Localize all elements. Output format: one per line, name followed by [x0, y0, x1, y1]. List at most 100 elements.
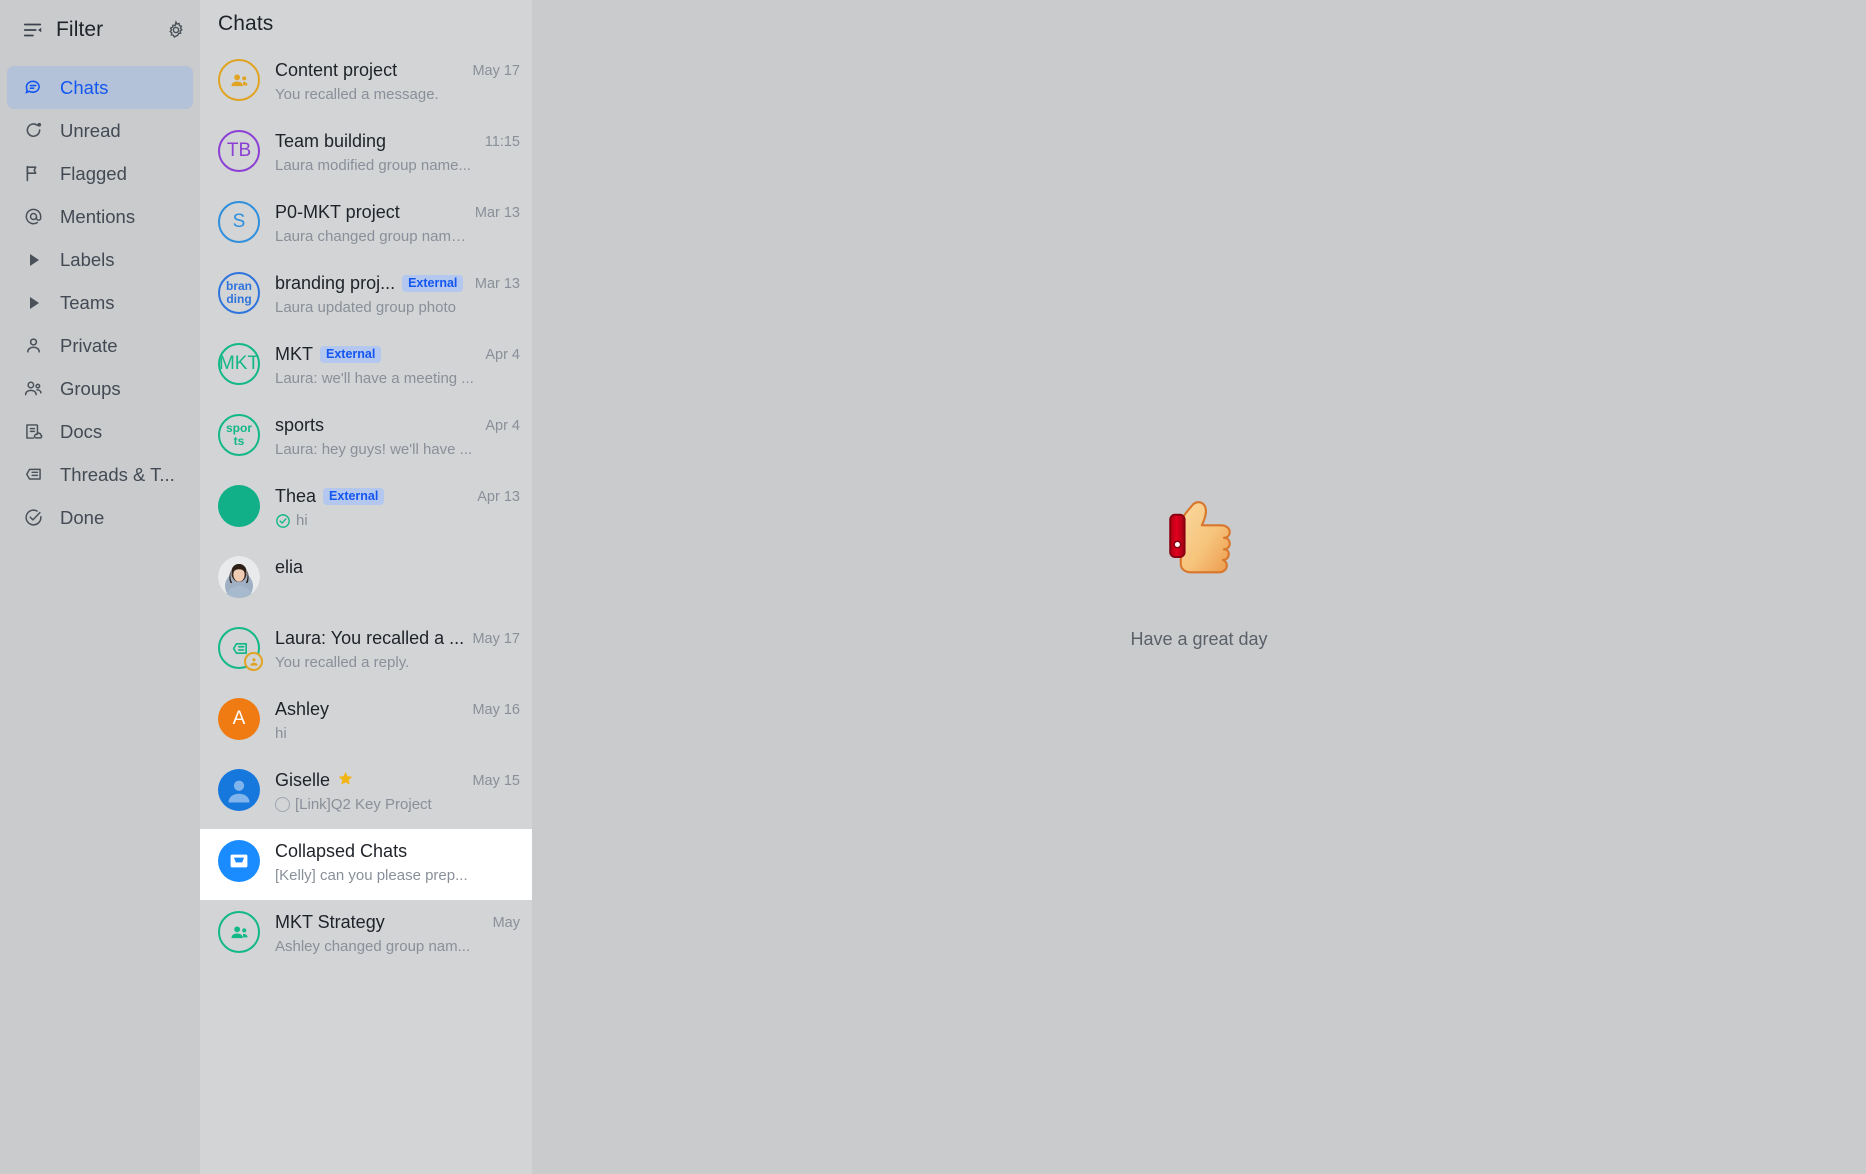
avatar-image: spor ts [218, 414, 260, 456]
avatar: A [218, 698, 260, 740]
chat-item-title-row: Content project [275, 60, 466, 81]
avatar [218, 59, 260, 101]
chat-item-preview: Laura: hey guys! we'll have ... [275, 441, 473, 458]
chat-item-title-row: Team building [275, 131, 479, 152]
unread-dot-icon [22, 120, 44, 142]
chat-item-name: Team building [275, 131, 387, 151]
chat-list-item[interactable]: Giselle [Link]Q2 Key Project May 15 [200, 758, 532, 829]
sidebar-item-label: Unread [60, 119, 121, 141]
chat-item-preview: [Kelly] can you please prep... [275, 867, 468, 884]
sidebar-item-unread[interactable]: Unread [7, 109, 193, 152]
chat-item-title-row: sports [275, 415, 479, 436]
sidebar-item-label: Teams [60, 291, 115, 313]
chat-item-body: sports Laura: hey guys! we'll have ... [260, 403, 479, 458]
chat-item-preview: Laura changed group name ... [275, 228, 469, 245]
avatar: spor ts [218, 414, 260, 456]
chat-item-preview-row: [Kelly] can you please prep... [275, 867, 514, 884]
chat-item-preview: Laura: we'll have a meeting ... [275, 370, 474, 387]
chat-item-title-row: Giselle [275, 770, 466, 791]
chat-item-name: branding proj... [275, 273, 396, 293]
avatar [218, 556, 260, 598]
sidebar-item-label: Flagged [60, 162, 127, 184]
chat-item-name: MKT Strategy [275, 912, 385, 932]
avatar [218, 840, 260, 882]
chat-item-timestamp: Mar 13 [474, 276, 520, 292]
sidebar-item-label: Mentions [60, 205, 136, 227]
sidebar-item-label: Docs [60, 420, 103, 442]
chat-list-item[interactable]: TB Team building Laura modified group name… [200, 119, 532, 190]
sidebar-item-mentions[interactable]: Mentions [7, 195, 193, 238]
chat-item-preview: hi [275, 725, 287, 742]
avatar: MKT [218, 343, 260, 385]
sidebar-item-docs[interactable]: Docs [7, 410, 193, 453]
filter-label: Filter [56, 18, 104, 41]
chat-item-title-row: Collapsed Chats [275, 841, 514, 862]
chat-item-timestamp: Apr 4 [485, 347, 520, 363]
chat-item-body: Content project You recalled a message. [260, 48, 466, 103]
chat-item-name: P0-MKT project [275, 202, 400, 222]
chat-item-preview-row: Laura: hey guys! we'll have ... [275, 441, 479, 458]
flag-icon [22, 163, 44, 185]
chat-list-item[interactable]: A Ashley hi May 16 [200, 687, 532, 758]
chat-list[interactable]: Content project You recalled a message. Ma… [200, 48, 532, 971]
sidebar-item-labels[interactable]: Labels [7, 238, 193, 281]
chat-list-item[interactable]: Thea External hi Apr 13 [200, 474, 532, 545]
left-sidebar: Filter Chats Unread Flagged Mentions Lab… [0, 0, 200, 1174]
sidebar-item-label: Done [60, 506, 105, 528]
app-root: Filter Chats Unread Flagged Mentions Lab… [0, 0, 1866, 1174]
chat-list-item[interactable]: Collapsed Chats [Kelly] can you please pr… [200, 829, 532, 900]
chat-list-item[interactable]: Content project You recalled a message. Ma… [200, 48, 532, 119]
chat-item-timestamp: May 15 [472, 773, 520, 789]
chat-item-title-row: Thea External [275, 486, 471, 507]
check-circle-icon [22, 507, 44, 529]
chat-list-item[interactable]: Laura: You recalled a ... You recalled a … [200, 616, 532, 687]
chat-item-title-row: branding proj... External [275, 273, 469, 294]
check-circle-icon [275, 513, 291, 529]
chat-item-name: Collapsed Chats [275, 841, 408, 861]
chat-item-timestamp: May [492, 915, 520, 931]
sidebar-item-groups[interactable]: Groups [7, 367, 193, 410]
chat-item-body: Laura: You recalled a ... You recalled a … [260, 616, 466, 671]
sidebar-header: Filter [0, 6, 200, 54]
chat-list-item[interactable]: spor ts sports Laura: hey guys! we'll have … [200, 403, 532, 474]
at-sign-icon [22, 206, 44, 228]
chevron-right-icon [22, 292, 44, 314]
sidebar-item-private[interactable]: Private [7, 324, 193, 367]
chat-item-title-row: elia [275, 557, 514, 578]
chat-item-preview-row: Laura changed group name ... [275, 228, 469, 245]
main-panel: Have a great day [532, 0, 1866, 1174]
chat-item-preview-row: You recalled a message. [275, 86, 466, 103]
chat-item-title-row: MKT Strategy [275, 912, 487, 933]
chat-item-preview: Laura updated group photo [275, 299, 456, 316]
empty-circle-icon [275, 797, 290, 812]
sidebar-item-label: Chats [60, 76, 109, 98]
chat-item-body: elia [260, 545, 514, 578]
avatar-image [218, 556, 260, 598]
chat-item-preview-row: You recalled a reply. [275, 654, 466, 671]
chevron-right-icon [22, 249, 44, 271]
gear-icon[interactable] [166, 20, 186, 40]
chat-list-item[interactable]: bran ding branding proj... External Laura up… [200, 261, 532, 332]
sidebar-item-label: Threads & T... [60, 463, 175, 485]
docs-cloud-icon [22, 421, 44, 443]
chat-item-name: Giselle [275, 770, 331, 790]
avatar: bran ding [218, 272, 260, 314]
filter-list-icon[interactable] [22, 19, 44, 41]
sidebar-item-teams[interactable]: Teams [7, 281, 193, 324]
chat-list-item[interactable]: S P0-MKT project Laura changed group name … [200, 190, 532, 261]
chat-list-item[interactable]: MKT Strategy Ashley changed group nam... M… [200, 900, 532, 971]
chat-item-timestamp: Apr 4 [485, 418, 520, 434]
avatar-image: A [218, 698, 260, 740]
chat-list-item[interactable]: MKT MKT External Laura: we'll have a meetin… [200, 332, 532, 403]
chat-item-preview-row: hi [275, 512, 471, 529]
avatar: S [218, 201, 260, 243]
external-badge: External [323, 487, 385, 506]
chat-item-body: Team building Laura modified group name..… [260, 119, 479, 174]
chat-list-item[interactable]: elia [200, 545, 532, 616]
sidebar-item-chats[interactable]: Chats [7, 66, 193, 109]
sidebar-item-flagged[interactable]: Flagged [7, 152, 193, 195]
sidebar-item-done[interactable]: Done [7, 496, 193, 539]
chat-item-preview-row: [Link]Q2 Key Project [275, 796, 466, 813]
chat-item-preview: You recalled a message. [275, 86, 439, 103]
sidebar-item-threads[interactable]: Threads & T... [7, 453, 193, 496]
